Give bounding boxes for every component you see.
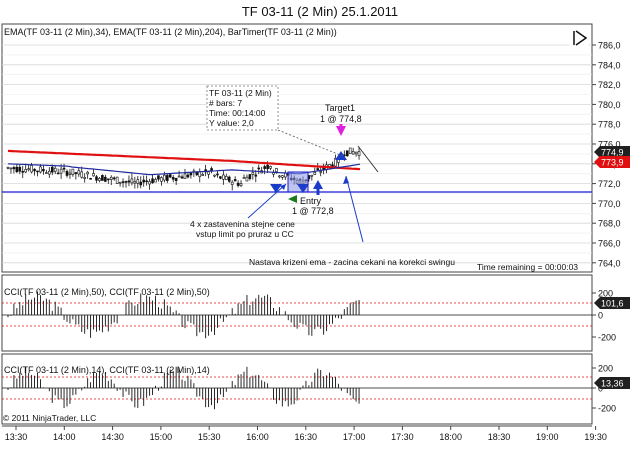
tooltip-line-4: Y value: 2,0: [209, 118, 254, 128]
time-tick-label: 14:30: [101, 432, 124, 442]
time-tick-label: 14:00: [53, 432, 76, 442]
entry-fill-label: 1 @ 772,8: [292, 206, 334, 216]
cci-tick-label: 200: [598, 364, 613, 374]
time-tick-label: 16:00: [246, 432, 269, 442]
price-panel[interactable]: [1, 23, 593, 273]
time-axis: 13:30 14:00 14:30 15:00 15:30 16:00 16:30 17:00…: [5, 426, 607, 442]
time-tick-label: 17:30: [391, 432, 414, 442]
cci-tick-label: -200: [598, 404, 616, 414]
time-tick-label: 15:30: [198, 432, 221, 442]
note-limit-line1: 4 x zastavenina stejne cene: [190, 219, 295, 229]
price-tick-label: 764,0: [598, 258, 621, 268]
chart-canvas[interactable]: 786,0784,0782,0780,0778,0776,0774,0772,0…: [0, 0, 640, 460]
price-tick-label: 766,0: [598, 239, 621, 249]
cci-50-label: CCI(TF 03-11 (2 Min),50), CCI(TF 03-11 (…: [4, 287, 210, 297]
cci-14-value-tag: 13,36: [594, 377, 630, 389]
target-fill-label: 1 @ 774,8: [320, 114, 362, 124]
cci-tick-label: -200: [598, 333, 616, 343]
tooltip-line-2: # bars: 7: [209, 98, 242, 108]
time-tick-label: 16:30: [295, 432, 318, 442]
price-tick-label: 770,0: [598, 199, 621, 209]
entry-label: Entry: [300, 196, 322, 206]
price-tick-label: 780,0: [598, 100, 621, 110]
time-tick-label: 19:30: [584, 432, 607, 442]
tooltip-line-3: Time: 00:14:00: [209, 108, 266, 118]
time-tick-label: 13:30: [5, 432, 28, 442]
note-limit-line2: vstup limit po pruraz u CC: [196, 229, 294, 239]
price-tick-label: 786,0: [598, 41, 621, 51]
chart-window: TF 03-11 (2 Min) 25.1.2011 786,0 784,0 782…: [0, 0, 640, 460]
cci-50-value-tag: 101,6: [594, 297, 630, 309]
price-tick-label: 782,0: [598, 80, 621, 90]
time-tick-label: 19:00: [536, 432, 559, 442]
svg-text:773,9: 773,9: [601, 158, 624, 168]
time-tick-label: 17:00: [343, 432, 366, 442]
tooltip-line-1: TF 03-11 (2 Min): [209, 88, 272, 98]
svg-text:101,6: 101,6: [601, 299, 624, 309]
price-tick-label: 772,0: [598, 179, 621, 189]
target-label: Target1: [325, 103, 355, 113]
copyright: © 2011 NinjaTrader, LLC: [3, 413, 96, 423]
note-cross: Nastava krizeni ema - zacina cekani na k…: [249, 257, 455, 267]
cci-50-axis: 2000-200: [592, 289, 616, 343]
price-tick-label: 778,0: [598, 120, 621, 130]
collapse-right-icon[interactable]: [569, 29, 589, 47]
price-indicator-label: EMA(TF 03-11 (2 Min),34), EMA(TF 03-11 (…: [4, 27, 337, 37]
cci-tick-label: 0: [598, 311, 603, 321]
time-tick-label: 18:30: [488, 432, 511, 442]
svg-text:13,36: 13,36: [601, 379, 624, 389]
price-tick-label: 768,0: [598, 219, 621, 229]
time-tick-label: 15:00: [150, 432, 173, 442]
price-tick-label: 784,0: [598, 60, 621, 70]
time-remaining: Time remaining = 00:00:03: [477, 262, 578, 272]
time-tick-label: 18:00: [439, 432, 462, 442]
ema-price-tag: 773,9: [594, 156, 630, 168]
